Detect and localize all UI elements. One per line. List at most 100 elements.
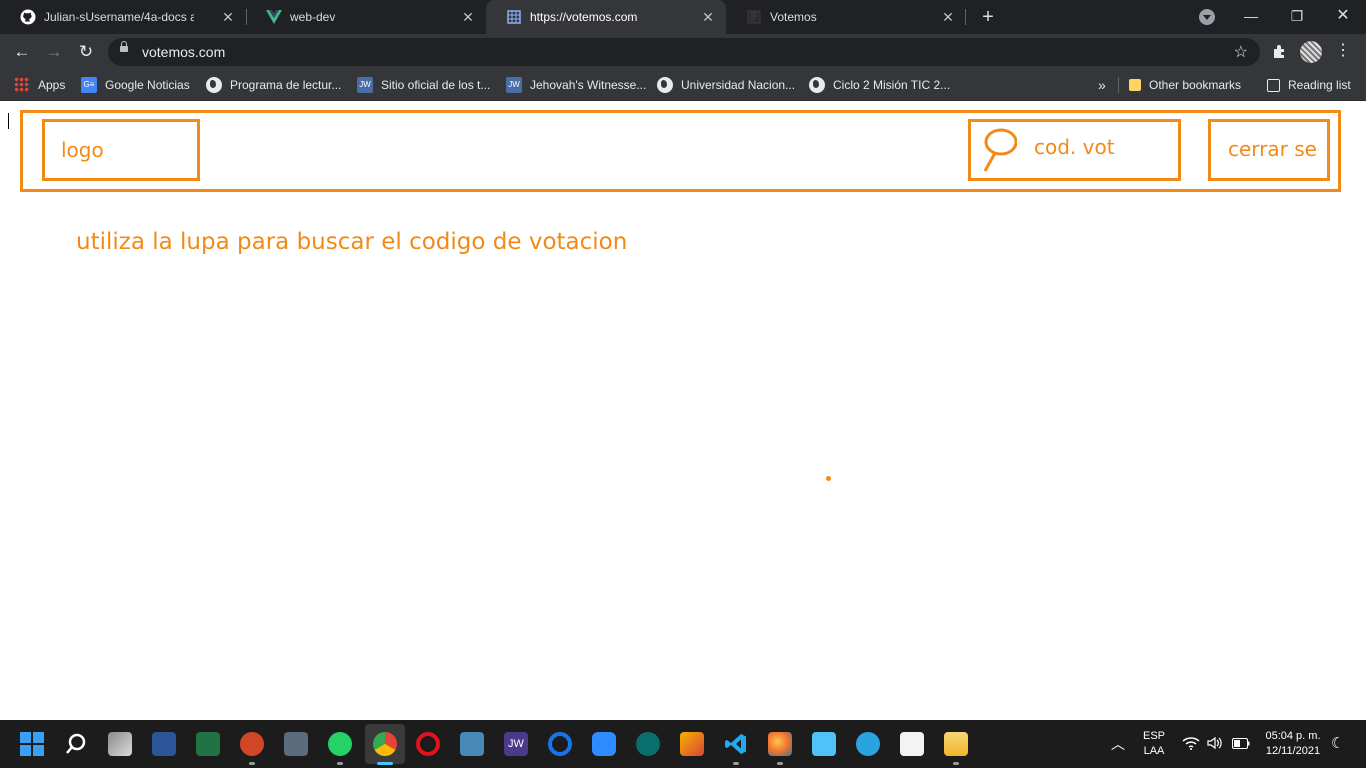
jw-library-icon[interactable]: JW (504, 732, 528, 756)
forward-arrow-icon[interactable]: → (42, 40, 66, 64)
running-indicator (377, 762, 393, 765)
3d-box-icon[interactable] (680, 732, 704, 756)
search-icon[interactable] (64, 732, 88, 756)
bookmark-label: Sitio oficial de los t... (381, 78, 491, 92)
tab-title: Votemos (770, 10, 817, 24)
meet-icon[interactable] (636, 732, 660, 756)
bookmark-google-noticias[interactable]: G≡ Google Noticias (81, 76, 190, 94)
chevron-up-icon[interactable]: ︿ (1111, 734, 1125, 754)
tab-votemos[interactable]: Votemos ✕ (726, 0, 966, 34)
bookmark-label: Programa de lectur... (230, 78, 342, 92)
url-text[interactable]: votemos.com (142, 44, 225, 60)
file-explorer-icon[interactable] (944, 732, 968, 756)
bookmark-apps[interactable]: Apps (14, 76, 65, 94)
profile-avatar[interactable] (1300, 41, 1322, 63)
vscode-icon[interactable] (724, 732, 748, 756)
whatsapp-icon[interactable] (328, 732, 352, 756)
globe-icon (809, 77, 825, 93)
running-indicator (733, 762, 739, 765)
language-indicator[interactable]: ESP LAA (1140, 730, 1168, 757)
calculator-icon[interactable] (284, 732, 308, 756)
close-tab-icon[interactable]: ✕ (700, 9, 716, 25)
reading-list-button[interactable]: Reading list (1267, 76, 1351, 94)
bookmark-sitio-oficial[interactable]: JW Sitio oficial de los t... (357, 76, 490, 94)
keyboard-layout: LAA (1143, 745, 1165, 757)
address-bar[interactable]: votemos.com ☆ (108, 38, 1260, 66)
clock[interactable]: 05:04 p. m. 12/11/2021 (1262, 730, 1324, 757)
new-tab-button[interactable]: + (976, 5, 1000, 29)
running-indicator (337, 762, 343, 765)
volume-icon[interactable] (1207, 736, 1223, 753)
start-menu-icon[interactable] (20, 732, 44, 756)
tab-search-icon[interactable] (1199, 9, 1215, 25)
bookmarks-overflow-icon[interactable]: » (1098, 76, 1106, 94)
bookmark-other[interactable]: Other bookmarks (1129, 76, 1241, 94)
bookmark-label: Jehovah's Witnesse... (530, 78, 647, 92)
globe-icon (657, 77, 673, 93)
tab-github[interactable]: Julian-sUsername/4a-docs at Juli ✕ (0, 0, 246, 34)
page-icon (746, 9, 762, 25)
bookmark-label: Apps (38, 78, 66, 92)
restore-button[interactable]: ❐ (1274, 0, 1320, 34)
magnifier-icon[interactable] (981, 126, 1017, 176)
notepad-icon[interactable] (812, 732, 836, 756)
github-icon (20, 9, 36, 25)
kebab-menu-icon[interactable]: ⋮ (1335, 40, 1351, 60)
wifi-icon[interactable] (1182, 736, 1200, 753)
search-vote-code[interactable]: cod. vot (968, 119, 1181, 181)
paint-icon[interactable] (768, 732, 792, 756)
tab-strip: Julian-sUsername/4a-docs at Juli ✕ web-d… (0, 0, 1366, 34)
zoom-icon[interactable] (592, 732, 616, 756)
clock-time: 05:04 p. m. (1265, 730, 1321, 742)
reload-icon[interactable]: ↻ (74, 40, 98, 64)
bookmark-label: Ciclo 2 Misión TIC 2... (833, 78, 951, 92)
bookmark-star-icon[interactable]: ☆ (1234, 42, 1248, 62)
bookmark-ciclo2[interactable]: Ciclo 2 Misión TIC 2... (809, 76, 950, 94)
telegram-icon[interactable] (856, 732, 880, 756)
lock-icon[interactable] (120, 41, 128, 52)
tab-votemos-url[interactable]: https://votemos.com ✕ (486, 0, 726, 34)
task-view-icon[interactable] (108, 732, 132, 756)
opera-icon[interactable] (416, 732, 440, 756)
running-indicator (777, 762, 783, 765)
close-window-button[interactable]: ✕ (1320, 0, 1366, 34)
logout-button[interactable]: cerrar se (1208, 119, 1330, 181)
close-tab-icon[interactable]: ✕ (460, 9, 476, 25)
bookmark-universidad[interactable]: Universidad Nacion... (657, 76, 795, 94)
text-caret (8, 113, 9, 129)
apps-grid-icon (14, 77, 30, 93)
image-viewer-icon[interactable] (460, 732, 484, 756)
battery-icon[interactable] (1232, 738, 1250, 752)
logo-box[interactable]: logo (42, 119, 200, 181)
snipping-tool-icon[interactable] (900, 732, 924, 756)
bookmark-label: Reading list (1288, 78, 1351, 92)
back-arrow-icon[interactable]: ← (10, 40, 34, 64)
grid-page-icon (506, 9, 522, 25)
bookmarks-bar: Apps G≡ Google Noticias Programa de lect… (0, 70, 1366, 101)
search-label: cod. vot (1034, 135, 1115, 159)
powerpoint-icon[interactable] (240, 732, 264, 756)
chrome-icon[interactable] (373, 732, 397, 756)
logout-label: cerrar se (1228, 137, 1317, 161)
tab-web-dev[interactable]: web-dev ✕ (246, 0, 486, 34)
blue-ring-app-icon[interactable] (548, 732, 572, 756)
excel-icon[interactable] (196, 732, 220, 756)
word-icon[interactable] (152, 732, 176, 756)
bookmark-label: Universidad Nacion... (681, 78, 796, 92)
jw-icon: JW (506, 77, 522, 93)
close-tab-icon[interactable]: ✕ (220, 9, 236, 25)
clock-date: 12/11/2021 (1265, 745, 1321, 757)
tab-title: https://votemos.com (530, 10, 638, 24)
running-indicator (953, 762, 959, 765)
bookmarks-divider (1118, 77, 1119, 93)
reading-list-icon (1267, 78, 1280, 92)
moon-icon[interactable]: ☾ (1331, 734, 1344, 752)
minimize-button[interactable]: — (1228, 0, 1274, 34)
running-indicator (249, 762, 255, 765)
folder-icon (1129, 79, 1141, 91)
bookmark-jehovahs-witnesses[interactable]: JW Jehovah's Witnesse... (506, 76, 646, 94)
close-tab-icon[interactable]: ✕ (940, 9, 956, 25)
bookmark-programa[interactable]: Programa de lectur... (206, 76, 341, 94)
bookmark-label: Google Noticias (105, 78, 190, 92)
extensions-icon[interactable] (1271, 43, 1287, 64)
